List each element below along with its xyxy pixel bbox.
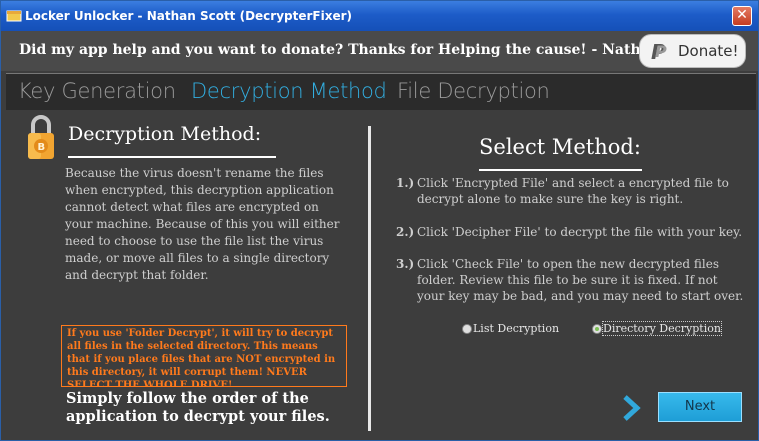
right-heading: Select Method: xyxy=(479,135,641,159)
radio-label[interactable]: Directory Decryption xyxy=(602,321,722,336)
radio-directory-decryption[interactable]: Directory Decryption xyxy=(592,321,722,336)
step-number: 2.) xyxy=(396,225,415,239)
tab-file-decryption[interactable]: File Decryption xyxy=(397,79,550,103)
radio-button[interactable] xyxy=(462,324,472,334)
step-text: Click 'Decipher File' to decrypt the fil… xyxy=(417,225,743,239)
right-panel: Select Method: 1.) Click 'Encrypted File… xyxy=(376,111,756,439)
left-heading: Decryption Method: xyxy=(68,123,262,145)
tab-bar: Key Generation Decryption Method File De… xyxy=(6,73,756,110)
step-number: 1.) xyxy=(396,176,415,190)
window-title: Locker Unlocker - Nathan Scott (Decrypte… xyxy=(25,9,353,23)
chevron-right-icon xyxy=(623,395,641,421)
step-text: Click 'Encrypted File' and select a encr… xyxy=(417,176,729,206)
title-bar[interactable]: Locker Unlocker - Nathan Scott (Decrypte… xyxy=(1,1,758,31)
radio-label[interactable]: List Decryption xyxy=(473,322,559,335)
step-number: 3.) xyxy=(396,257,415,271)
donate-button[interactable]: P P Donate! xyxy=(639,34,746,68)
heading-underline xyxy=(479,169,642,171)
banner-message: Did my app help and you want to donate? … xyxy=(19,42,706,58)
radio-button[interactable] xyxy=(592,324,602,334)
svg-text:B: B xyxy=(38,142,46,153)
paypal-icon: P P xyxy=(651,40,667,62)
heading-underline xyxy=(68,156,276,158)
lock-icon: B xyxy=(28,115,54,159)
next-button[interactable]: Next xyxy=(658,392,742,422)
warning-box: If you use 'Folder Decrypt', it will try… xyxy=(61,325,347,387)
radio-list-decryption[interactable]: List Decryption xyxy=(462,322,559,335)
method-description: Because the virus doesn't rename the fil… xyxy=(65,166,340,282)
step-text: Click 'Check File' to open the new decry… xyxy=(417,257,744,303)
donate-label: Donate! xyxy=(678,42,739,60)
panel-divider xyxy=(368,126,371,431)
close-button[interactable]: ✕ xyxy=(732,6,752,26)
tab-key-generation[interactable]: Key Generation xyxy=(18,79,176,103)
left-panel: B Decryption Method: Because the virus d… xyxy=(6,111,362,439)
app-icon xyxy=(6,10,22,22)
instructions-footer: Simply follow the order of the applicati… xyxy=(66,390,330,425)
svg-text:P: P xyxy=(655,42,667,61)
app-window: Locker Unlocker - Nathan Scott (Decrypte… xyxy=(0,0,759,441)
tab-decryption-method[interactable]: Decryption Method xyxy=(191,79,387,103)
